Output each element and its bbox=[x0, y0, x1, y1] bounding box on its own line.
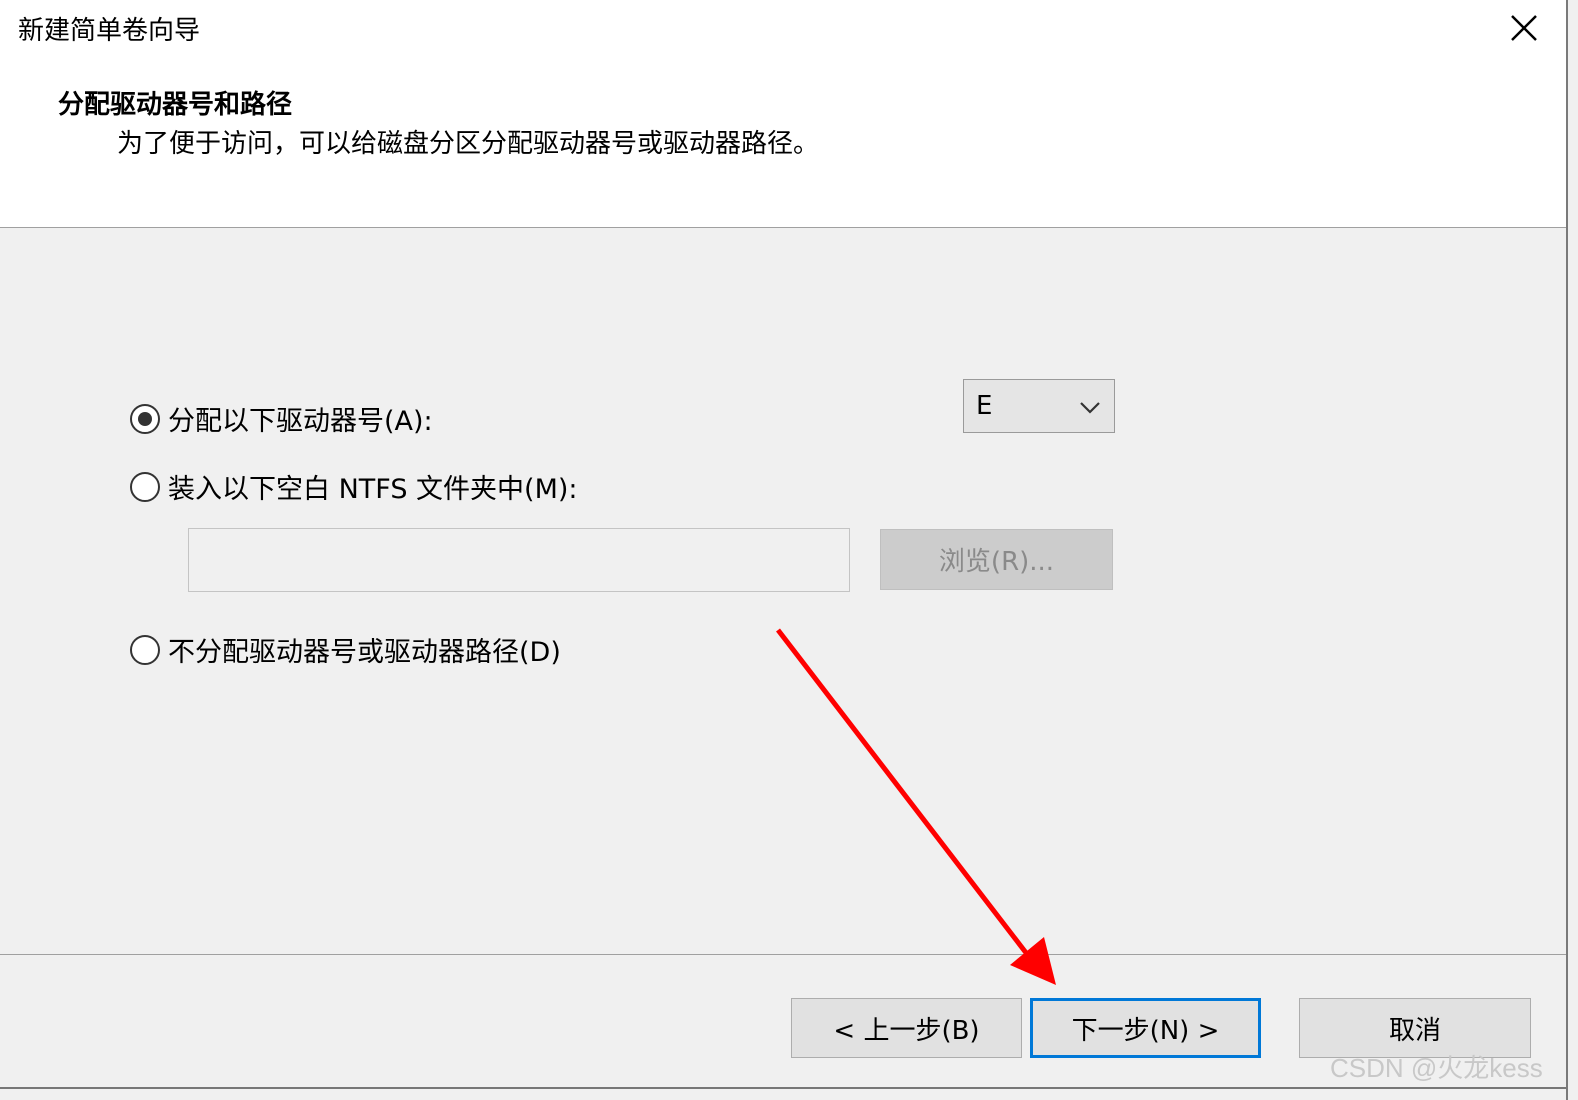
header-divider bbox=[0, 227, 1566, 228]
page-subtitle: 为了便于访问，可以给磁盘分区分配驱动器号或驱动器路径。 bbox=[117, 129, 820, 159]
radio-assign-drive-letter[interactable]: 分配以下驱动器号(A): bbox=[130, 399, 433, 438]
radio-button-selected[interactable] bbox=[130, 403, 160, 434]
drive-letter-value: E bbox=[976, 391, 993, 421]
window-title: 新建简单卷向导 bbox=[18, 16, 201, 46]
footer-divider bbox=[0, 954, 1566, 955]
chevron-down-icon bbox=[1080, 402, 1100, 414]
page-title: 分配驱动器号和路径 bbox=[58, 90, 293, 120]
folder-path-input[interactable] bbox=[188, 528, 850, 592]
window-border bbox=[1566, 0, 1568, 1100]
watermark-text: CSDN @火龙kess bbox=[1330, 1053, 1543, 1083]
close-icon bbox=[1511, 15, 1537, 41]
radio-mount-folder[interactable]: 装入以下空白 NTFS 文件夹中(M): bbox=[130, 467, 578, 506]
wizard-header: 新建简单卷向导 分配驱动器号和路径 为了便于访问，可以给磁盘分区分配驱动器号或驱… bbox=[0, 0, 1566, 227]
next-button[interactable]: 下一步(N) > bbox=[1030, 998, 1261, 1058]
radio-label-no-assign: 不分配驱动器号或驱动器路径(D) bbox=[168, 637, 561, 668]
radio-label-assign-drive-letter: 分配以下驱动器号(A): bbox=[168, 406, 433, 437]
radio-no-assign[interactable]: 不分配驱动器号或驱动器路径(D) bbox=[130, 630, 561, 669]
browse-button[interactable]: 浏览(R)... bbox=[880, 529, 1113, 590]
drive-letter-select[interactable]: E bbox=[963, 379, 1115, 433]
back-button[interactable]: < 上一步(B) bbox=[791, 998, 1022, 1058]
radio-label-mount-folder: 装入以下空白 NTFS 文件夹中(M): bbox=[168, 474, 578, 505]
window-bottom-border bbox=[0, 1087, 1566, 1089]
radio-button[interactable] bbox=[130, 471, 160, 502]
radio-button[interactable] bbox=[130, 634, 160, 665]
close-button[interactable] bbox=[1502, 6, 1546, 50]
